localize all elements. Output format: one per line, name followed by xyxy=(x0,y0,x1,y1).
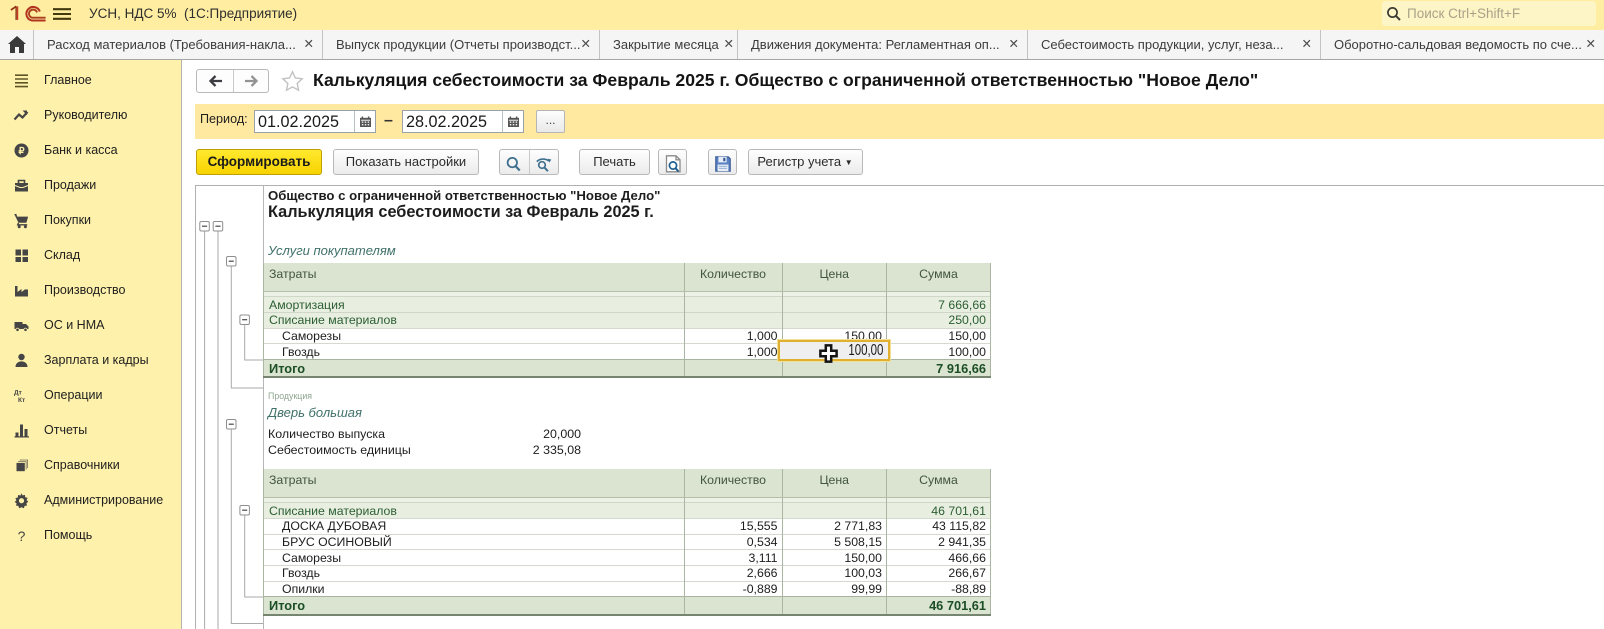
svg-text:Дт: Дт xyxy=(14,390,22,397)
svg-text:?: ? xyxy=(18,528,26,544)
svg-text:₽: ₽ xyxy=(18,146,25,157)
svg-text:Кт: Кт xyxy=(18,397,25,404)
